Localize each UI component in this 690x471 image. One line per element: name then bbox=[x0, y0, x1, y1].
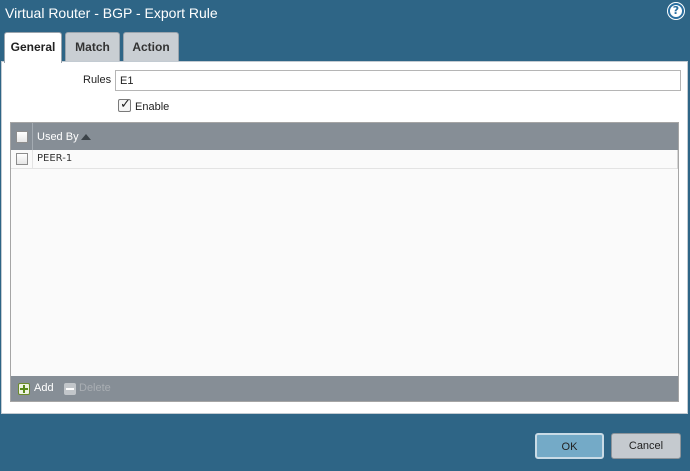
checkmark-icon: ✓ bbox=[120, 97, 131, 112]
add-icon[interactable] bbox=[18, 383, 30, 395]
grid-footer: Add Delete bbox=[11, 376, 678, 401]
sort-ascending-icon[interactable] bbox=[81, 134, 91, 140]
column-header-used-by[interactable]: Used By bbox=[37, 131, 79, 143]
used-by-grid: Used By PEER-1 Add Delete bbox=[10, 122, 679, 402]
export-rule-dialog: Virtual Router - BGP - Export Rule ? Gen… bbox=[0, 0, 690, 471]
row-value: PEER-1 bbox=[37, 153, 73, 164]
cancel-button[interactable]: Cancel bbox=[611, 433, 681, 459]
add-button[interactable]: Add bbox=[34, 382, 54, 394]
delete-icon bbox=[64, 383, 76, 395]
enable-label: Enable bbox=[135, 101, 170, 113]
dialog-titlebar: Virtual Router - BGP - Export Rule ? bbox=[0, 0, 690, 28]
general-tab-panel: Rules ✓ Enable Used By PEER-1 Add bbox=[1, 61, 688, 414]
select-all-checkbox[interactable] bbox=[16, 131, 28, 143]
dialog-title: Virtual Router - BGP - Export Rule bbox=[5, 5, 218, 21]
rules-label: Rules bbox=[83, 74, 112, 86]
rules-input[interactable] bbox=[115, 70, 681, 91]
tab-action[interactable]: Action bbox=[123, 32, 179, 61]
ok-button[interactable]: OK bbox=[535, 433, 604, 459]
tab-general[interactable]: General bbox=[4, 32, 62, 63]
scrollbar-track bbox=[677, 150, 678, 169]
tab-match[interactable]: Match bbox=[65, 32, 120, 61]
enable-checkbox[interactable]: ✓ bbox=[118, 97, 131, 112]
table-row[interactable]: PEER-1 bbox=[11, 150, 678, 169]
delete-button: Delete bbox=[79, 382, 111, 394]
grid-header: Used By bbox=[11, 123, 678, 150]
help-icon[interactable]: ? bbox=[668, 3, 684, 19]
row-checkbox[interactable] bbox=[16, 153, 28, 165]
column-divider bbox=[32, 123, 33, 150]
column-divider bbox=[32, 150, 33, 169]
